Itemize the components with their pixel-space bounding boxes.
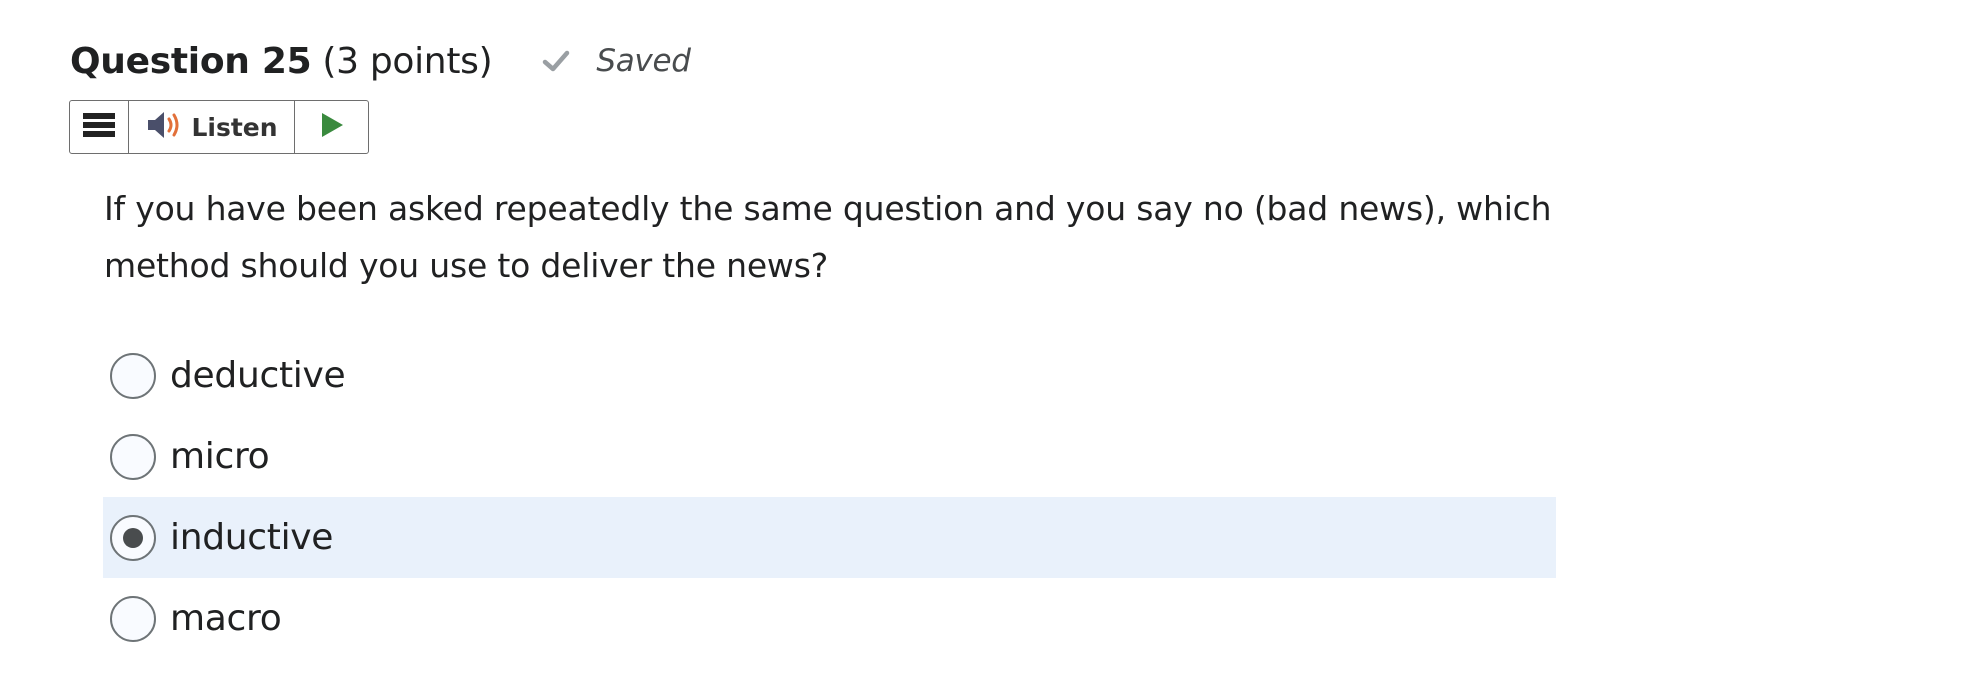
question-header: Question 25 (3 points) Saved <box>70 36 691 86</box>
menu-icon <box>81 110 117 144</box>
answer-option[interactable]: macro <box>103 578 1556 659</box>
listen-label: Listen <box>191 112 278 142</box>
listen-button[interactable]: Listen <box>129 101 295 153</box>
saved-status-text: Saved <box>596 43 691 79</box>
answer-option[interactable]: deductive <box>103 335 1556 416</box>
question-title: Question 25 <box>70 40 312 82</box>
answer-option[interactable]: inductive <box>103 497 1556 578</box>
answer-option[interactable]: micro <box>103 416 1556 497</box>
question-points: (3 points) <box>322 40 493 82</box>
radio-button[interactable] <box>110 352 156 399</box>
checkmark-icon <box>541 46 571 76</box>
toolbar-menu-button[interactable] <box>70 101 129 153</box>
speaker-icon <box>145 109 185 145</box>
radio-button[interactable] <box>110 433 156 480</box>
save-status: Saved <box>541 43 691 79</box>
radio-selected-dot <box>123 527 143 548</box>
play-icon <box>319 111 345 143</box>
question-text: If you have been asked repeatedly the sa… <box>104 189 1552 285</box>
readspeaker-toolbar: Listen <box>69 100 369 154</box>
radio-button[interactable] <box>110 595 156 642</box>
answer-label: macro <box>170 598 282 639</box>
play-button[interactable] <box>295 101 368 153</box>
answer-label: deductive <box>170 355 346 396</box>
radio-button[interactable] <box>110 514 156 561</box>
answer-options: deductive micro inductive macro <box>103 335 1556 659</box>
answer-label: inductive <box>170 517 334 558</box>
answer-label: micro <box>170 436 270 477</box>
